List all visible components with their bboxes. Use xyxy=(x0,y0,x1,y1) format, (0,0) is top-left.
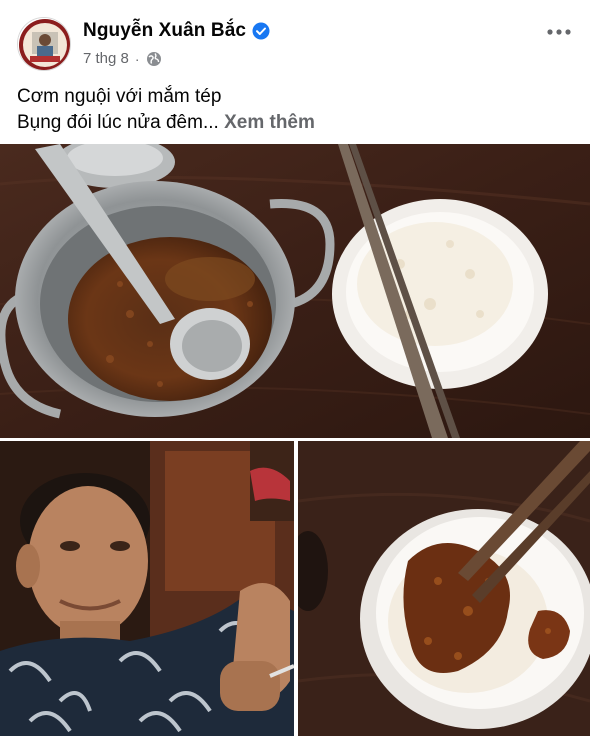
caption-line-2: Bụng đói lúc nửa đêm... Xem thêm xyxy=(17,110,577,136)
avatar-photo xyxy=(18,18,70,70)
verified-badge-icon xyxy=(252,22,270,40)
author-name[interactable]: Nguyễn Xuân Bắc xyxy=(83,20,246,42)
post-photo-main[interactable] xyxy=(0,144,590,438)
facebook-post: Nguyễn Xuân Bắc 7 thg 8 · Cơm nguội với … xyxy=(0,0,590,736)
more-options-icon xyxy=(547,29,571,35)
globe-icon[interactable] xyxy=(146,51,162,67)
photo-pot-and-rice xyxy=(0,144,590,438)
meta-separator: · xyxy=(134,50,140,67)
author-row: Nguyễn Xuân Bắc xyxy=(83,20,270,42)
post-timestamp[interactable]: 7 thg 8 xyxy=(83,50,129,67)
caption-line-2-text: Bụng đói lúc nửa đêm... xyxy=(17,112,219,133)
more-options-button[interactable] xyxy=(546,20,572,44)
post-photo-rice-bowl[interactable] xyxy=(298,441,590,736)
photo-rice-with-paste xyxy=(298,441,590,736)
post-photo-selfie[interactable] xyxy=(0,441,294,736)
see-more-link[interactable]: Xem thêm xyxy=(224,112,315,133)
post-meta: 7 thg 8 · xyxy=(83,50,162,67)
caption-line-1: Cơm nguội với mắm tép xyxy=(17,86,222,107)
photo-selfie xyxy=(0,441,294,736)
post-header: Nguyễn Xuân Bắc 7 thg 8 · xyxy=(0,0,590,78)
author-avatar[interactable] xyxy=(17,17,71,71)
post-caption: Cơm nguội với mắm tép Bụng đói lúc nửa đ… xyxy=(17,84,577,136)
